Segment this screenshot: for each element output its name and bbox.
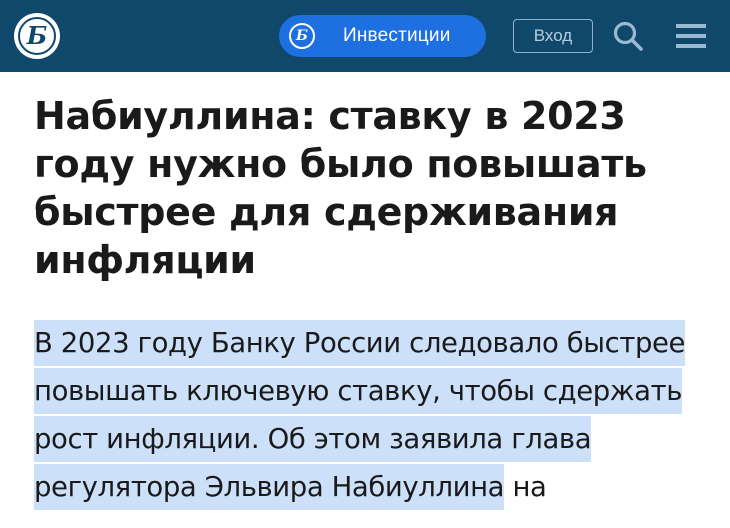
menu-icon[interactable] — [675, 22, 707, 50]
search-icon[interactable] — [612, 20, 644, 52]
investments-logo-icon: Б — [289, 23, 315, 49]
login-button[interactable]: Вход — [513, 19, 593, 53]
lead-continuation: на — [504, 471, 547, 503]
logo-glyph: Б — [18, 17, 56, 55]
selected-text[interactable]: В 2023 году Банку России следовало быстр… — [34, 320, 685, 510]
site-logo[interactable]: Б — [14, 13, 60, 59]
investments-label: Инвестиции — [343, 25, 451, 46]
article-title: Набиуллина: ставку в 2023 году нужно был… — [34, 94, 647, 282]
investments-button[interactable]: Б Инвестиции — [279, 15, 486, 57]
top-navigation-bar: Б Б Инвестиции Вход — [0, 0, 730, 72]
article-lead: В 2023 году Банку России следовало быстр… — [34, 319, 714, 511]
